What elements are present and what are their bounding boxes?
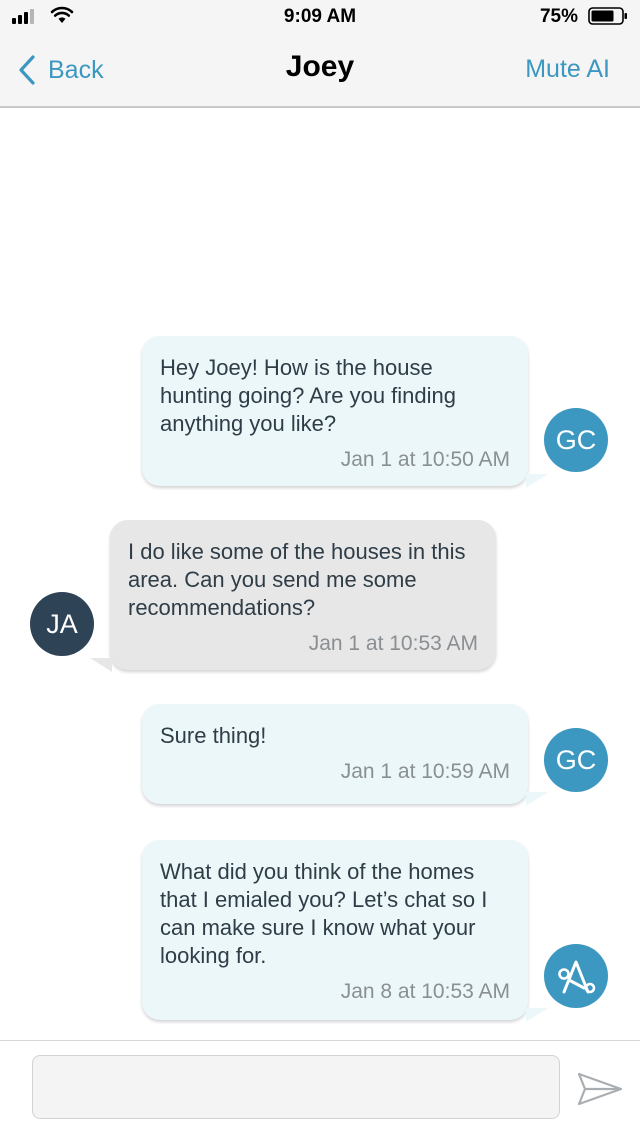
message-timestamp: Jan 8 at 10:53 AM xyxy=(340,980,510,1003)
message-input[interactable] xyxy=(32,1055,560,1119)
bubble-tail xyxy=(526,474,548,488)
ai-bot-icon xyxy=(544,944,608,1008)
bubble-tail xyxy=(526,792,548,806)
send-icon[interactable] xyxy=(576,1069,624,1109)
avatar: GC xyxy=(544,408,608,472)
composer-bar xyxy=(0,1040,640,1137)
status-bar: 9:09 AM 75% xyxy=(0,0,640,34)
message-timestamp: Jan 1 at 10:50 AM xyxy=(340,448,510,471)
mute-ai-button[interactable]: Mute AI xyxy=(525,55,610,84)
message-text: I do like some of the houses in this are… xyxy=(128,539,466,620)
avatar: GC xyxy=(544,728,608,792)
message-text: Sure thing! xyxy=(160,723,267,748)
message-bubble-outgoing: Hey Joey! How is the house hunting going… xyxy=(142,336,528,486)
battery-icon xyxy=(588,7,627,25)
nav-bar: Back Joey Mute AI xyxy=(0,34,640,108)
message-bubble-outgoing: Sure thing! Jan 1 at 10:59 AM xyxy=(142,704,528,804)
message-bubble-outgoing: What did you think of the homes that I e… xyxy=(142,840,528,1020)
bubble-tail xyxy=(90,658,112,672)
battery-percent: 75% xyxy=(539,6,578,27)
bubble-tail xyxy=(526,1008,548,1022)
message-bubble-incoming: I do like some of the houses in this are… xyxy=(110,520,496,670)
message-text: Hey Joey! How is the house hunting going… xyxy=(160,355,457,436)
message-timestamp: Jan 1 at 10:53 AM xyxy=(308,632,478,655)
message-timestamp: Jan 1 at 10:59 AM xyxy=(340,760,510,783)
avatar: JA xyxy=(30,592,94,656)
message-text: What did you think of the homes that I e… xyxy=(160,859,488,968)
